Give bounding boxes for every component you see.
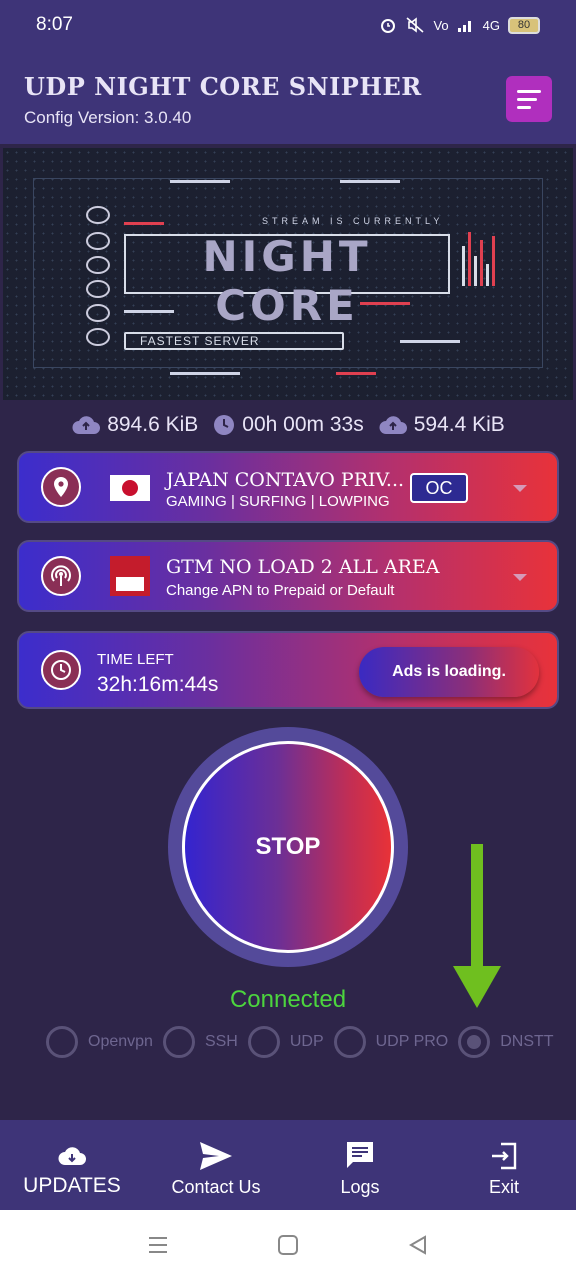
mode-label: DNSTT <box>500 1033 554 1050</box>
app-bar: UDP NIGHT CORE SNIPHER Config Version: 3… <box>0 50 576 144</box>
nav-label: Exit <box>488 1177 519 1197</box>
mode-label: SSH <box>204 1033 238 1050</box>
stop-button[interactable]: STOP <box>182 741 394 953</box>
radio-button[interactable] <box>46 1026 78 1058</box>
time-left-value: 32h:16m:44s <box>97 673 219 696</box>
server-name: JAPAN CONTAVO PRIV... <box>166 469 405 491</box>
cloud-upload-icon <box>72 416 101 434</box>
nav-exit[interactable]: Exit <box>432 1120 576 1210</box>
radio-button[interactable] <box>333 1026 366 1058</box>
time-left-label: TIME LEFT <box>97 651 174 668</box>
protocol-selector: Openvpn SSH UDP UDP PRO DNSTT <box>46 1026 564 1058</box>
radio-button[interactable] <box>162 1026 195 1058</box>
recent-apps-icon[interactable] <box>147 1234 169 1256</box>
mode-udp[interactable]: UDP <box>247 1026 324 1058</box>
chevron-down-icon <box>513 485 527 492</box>
system-navigation-bar <box>0 1210 576 1280</box>
menu-icon <box>517 89 541 93</box>
mode-udp-pro[interactable]: UDP PRO <box>333 1026 449 1058</box>
network-name: GTM NO LOAD 2 ALL AREA <box>166 556 440 578</box>
cloud-download-icon <box>58 1147 86 1165</box>
nav-contact-us[interactable]: Contact Us <box>144 1120 288 1210</box>
nav-label: Contact Us <box>171 1177 261 1197</box>
japan-flag-icon <box>110 475 150 501</box>
connection-status: Connected <box>229 986 347 1013</box>
bottom-navigation: UPDATES Contact Us Logs Exit <box>0 1120 576 1210</box>
upload-value: 894.6 KiB <box>107 413 199 436</box>
mode-label: UDP PRO <box>375 1033 449 1050</box>
location-icon <box>41 467 81 507</box>
nav-logs[interactable]: Logs <box>288 1120 432 1210</box>
mode-dnstt[interactable]: DNSTT <box>458 1026 554 1058</box>
mode-openvpn[interactable]: Openvpn <box>46 1026 153 1058</box>
banner-bars <box>462 232 496 286</box>
network-selector[interactable]: GTM NO LOAD 2 ALL AREA Change APN to Pre… <box>17 540 559 612</box>
volte-icon: Vo <box>433 17 449 33</box>
server-badge: OC <box>410 473 468 503</box>
nav-updates[interactable]: UPDATES <box>0 1120 144 1210</box>
network-type: 4G <box>482 17 500 33</box>
mode-label: Openvpn <box>88 1033 153 1050</box>
chevron-down-icon <box>513 574 527 581</box>
battery-icon: 80 <box>508 16 540 34</box>
send-icon <box>200 1142 232 1170</box>
carrier-logo-icon <box>110 556 150 596</box>
app-title: UDP NIGHT CORE SNIPHER <box>24 72 422 101</box>
time-left-card: TIME LEFT 32h:16m:44s Ads is loading. <box>17 631 559 709</box>
arrow-down-icon <box>453 844 501 1008</box>
chat-icon <box>347 1142 373 1168</box>
cloud-upload-icon <box>379 416 407 434</box>
mute-icon <box>406 17 424 33</box>
nav-label: UPDATES <box>23 1174 121 1197</box>
back-icon[interactable] <box>407 1234 429 1256</box>
antenna-icon <box>41 556 81 596</box>
clock-icon <box>214 415 235 435</box>
radio-button-selected[interactable] <box>458 1026 491 1058</box>
timer-icon <box>41 650 81 690</box>
status-icons: Vo 4G 80 <box>379 16 540 34</box>
traffic-stats: 894.6 KiB 00h 00m 33s 594.4 KiB <box>0 410 576 440</box>
exit-icon <box>492 1142 517 1170</box>
banner-top-text: STREAM IS CURRENTLY <box>262 216 444 226</box>
status-bar: 8:07 Vo 4G 80 <box>0 0 576 50</box>
ads-button[interactable]: Ads is loading. <box>359 647 539 697</box>
radio-button[interactable] <box>247 1026 280 1058</box>
network-description: Change APN to Prepaid or Default <box>166 582 395 599</box>
banner-subtitle: FASTEST SERVER <box>124 332 344 350</box>
mode-label: UDP <box>289 1033 324 1050</box>
signal-icon <box>457 21 471 32</box>
mode-ssh[interactable]: SSH <box>162 1026 238 1058</box>
banner-logo-text: NIGHT CORE <box>202 232 372 330</box>
home-icon[interactable] <box>277 1234 299 1256</box>
download-value: 594.4 KiB <box>413 413 505 436</box>
nav-label: Logs <box>340 1177 380 1197</box>
server-selector[interactable]: JAPAN CONTAVO PRIV... GAMING | SURFING |… <box>17 451 559 523</box>
server-tags: GAMING | SURFING | LOWPING <box>166 493 390 510</box>
status-time: 8:07 <box>36 14 73 35</box>
menu-button[interactable] <box>506 76 552 122</box>
duration-value: 00h 00m 33s <box>242 413 364 436</box>
config-version: Config Version: 3.0.40 <box>24 108 192 127</box>
alarm-icon <box>381 19 396 33</box>
